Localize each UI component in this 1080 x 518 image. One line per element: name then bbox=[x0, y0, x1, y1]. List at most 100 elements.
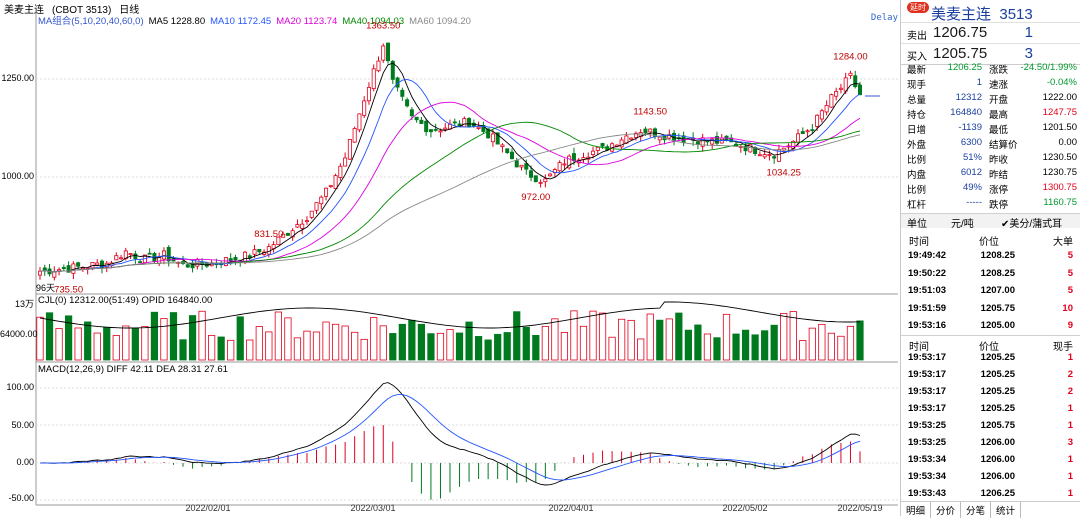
candle-body bbox=[815, 114, 820, 127]
trade-row: 19:50:22 1208.25 5 bbox=[908, 267, 1073, 279]
volume-bar bbox=[93, 332, 101, 361]
candle-body bbox=[376, 60, 381, 72]
volume-bar bbox=[398, 323, 406, 361]
y-tick-1000: 1000.00 bbox=[1, 171, 34, 181]
candle-body bbox=[419, 119, 424, 124]
candle-body bbox=[524, 163, 529, 170]
candle-body bbox=[848, 72, 853, 76]
candle-body bbox=[333, 175, 338, 189]
candle-body bbox=[543, 178, 548, 183]
volume-bar bbox=[255, 326, 263, 361]
volume-bar bbox=[55, 328, 63, 361]
volume-bar bbox=[169, 312, 178, 361]
ma-line bbox=[39, 121, 861, 273]
stat-row: 最新 1206.25 涨跌 -24.50/1.99% bbox=[907, 62, 1077, 76]
candle-body bbox=[424, 120, 429, 133]
candle-body bbox=[138, 261, 143, 264]
candle-body bbox=[834, 91, 839, 97]
volume-bar bbox=[227, 339, 235, 361]
candle-body bbox=[509, 151, 514, 160]
volume-bar bbox=[370, 317, 378, 361]
price-annotation: 1363.50 bbox=[366, 21, 400, 32]
candle-body bbox=[128, 253, 133, 255]
candle-body bbox=[548, 173, 553, 177]
candle-body bbox=[414, 116, 419, 121]
price-annotation: 1034.25 bbox=[767, 168, 801, 179]
volume-bar bbox=[36, 316, 44, 361]
macd-tick-neg50: -50.00 bbox=[8, 493, 34, 503]
candle-body bbox=[562, 163, 567, 166]
candle-body bbox=[76, 262, 81, 267]
price-annotation: 1143.50 bbox=[633, 107, 667, 118]
candle-body bbox=[338, 165, 343, 178]
volume-bar bbox=[160, 318, 168, 361]
unit-row: 单位 元/吨 ✔美分/蒲式耳 bbox=[901, 213, 1080, 230]
volume-bar bbox=[770, 324, 778, 361]
trade-row: 19:53:34 1206.00 1 bbox=[908, 454, 1073, 465]
candle-body bbox=[843, 77, 848, 92]
candle-body bbox=[438, 130, 443, 133]
panel-header: 延时 美麦主连 3513 bbox=[901, 0, 1080, 23]
candle-body bbox=[38, 270, 43, 276]
candle-body bbox=[595, 146, 600, 151]
chart-area[interactable]: 美麦主连 (CBOT 3513) 日线 MA组合(5,10,20,40,60,0) M… bbox=[0, 0, 900, 516]
candle-body bbox=[538, 181, 543, 184]
volume-bar bbox=[579, 325, 588, 361]
candle-body bbox=[462, 118, 467, 128]
volume-bar bbox=[761, 330, 769, 361]
candlestick-chart[interactable]: 1363.501284.001143.50831.50735.50972.001… bbox=[0, 0, 900, 516]
candle-body bbox=[762, 154, 767, 158]
volume-bar bbox=[656, 319, 664, 361]
unit-selector[interactable]: ✔美分/蒲式耳 bbox=[1001, 215, 1062, 230]
trade-row: 19:53:17 1205.25 2 bbox=[908, 369, 1073, 380]
stat-row: 内盘 6012 昨结 1230.75 bbox=[907, 167, 1077, 181]
ask-row: 卖出 1206.75 1 bbox=[901, 22, 1080, 43]
candle-body bbox=[796, 133, 801, 143]
trade-row: 19:51:03 1207.00 5 bbox=[908, 285, 1073, 296]
volume-bar bbox=[808, 327, 816, 361]
candle-body bbox=[357, 113, 362, 131]
volume-bar bbox=[560, 332, 569, 361]
volume-bar bbox=[713, 337, 721, 361]
candle-body bbox=[648, 128, 653, 133]
candle-body bbox=[257, 248, 262, 253]
candle-body bbox=[858, 84, 863, 96]
trade-row: 19:53:34 1206.00 1 bbox=[908, 471, 1073, 482]
volume-bar bbox=[303, 330, 311, 361]
volume-bar bbox=[608, 336, 616, 361]
y-tick-1250: 1250.00 bbox=[1, 73, 34, 83]
candle-body bbox=[223, 257, 228, 266]
candle-body bbox=[829, 94, 834, 108]
candle-body bbox=[300, 223, 305, 229]
trade-row: 19:51:59 1205.75 10 bbox=[908, 302, 1073, 314]
volume-bar bbox=[494, 333, 502, 361]
volume-bar bbox=[503, 332, 511, 361]
volume-bar bbox=[646, 313, 654, 361]
volume-bar bbox=[722, 313, 731, 361]
price-annotation: 972.00 bbox=[521, 192, 550, 203]
candle-body bbox=[705, 140, 710, 143]
big-trades-header: 时间 价位 大单 bbox=[901, 231, 1080, 248]
volume-bar bbox=[84, 321, 92, 361]
volume-bar bbox=[312, 331, 321, 361]
volume-bar bbox=[150, 311, 159, 361]
candle-body bbox=[119, 257, 124, 260]
candle-body bbox=[452, 121, 457, 124]
volume-bar bbox=[789, 311, 797, 361]
volume-bar bbox=[284, 317, 292, 361]
candle-body bbox=[805, 130, 810, 133]
candle-body bbox=[61, 267, 66, 269]
x-tick-mar: 2022/03/01 bbox=[350, 503, 396, 513]
volume-bar bbox=[417, 323, 425, 361]
volume-bar bbox=[236, 316, 244, 361]
candle-body bbox=[533, 175, 538, 183]
candle-body bbox=[767, 154, 772, 156]
trade-row: 19:53:17 1205.25 1 bbox=[908, 403, 1073, 414]
volume-bar bbox=[665, 318, 673, 361]
volume-bar bbox=[274, 311, 282, 361]
candle-body bbox=[490, 133, 495, 143]
candle-body bbox=[161, 250, 166, 260]
volume-bar bbox=[341, 325, 349, 361]
panel-tabs: 明细 分价 分笔 统计 bbox=[901, 501, 1080, 518]
volume-bar bbox=[103, 326, 111, 361]
